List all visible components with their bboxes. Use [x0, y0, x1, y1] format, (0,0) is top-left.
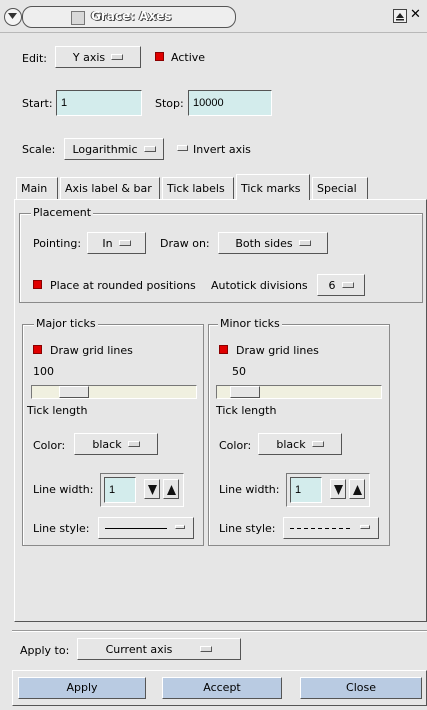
minor-tick-length-slider[interactable]: [216, 385, 382, 399]
slider-handle[interactable]: [59, 386, 89, 398]
pointing-value: In: [102, 236, 113, 250]
edit-axis-value: Y axis: [72, 50, 106, 64]
option-indicator-icon: [175, 525, 185, 529]
major-tick-length-slider[interactable]: [31, 385, 197, 399]
tab-label: Tick marks: [241, 182, 301, 195]
major-line-width-up-icon[interactable]: [163, 479, 179, 499]
major-line-style-select[interactable]: [98, 517, 194, 539]
scale-value: Logarithmic: [72, 142, 138, 156]
major-line-style-label: Line style:: [33, 522, 90, 535]
option-indicator-icon: [200, 646, 213, 652]
apply-to-select[interactable]: Current axis: [77, 638, 241, 660]
option-indicator-icon: [311, 441, 324, 447]
active-label: Active: [171, 51, 206, 64]
minor-tick-length-label: Tick length: [216, 404, 277, 417]
major-grid-label: Draw grid lines: [50, 344, 133, 357]
accept-button[interactable]: Accept: [162, 677, 282, 699]
close-button[interactable]: Close: [300, 677, 422, 699]
invert-axis-checkbox[interactable]: [177, 145, 188, 151]
apply-button[interactable]: Apply: [18, 677, 146, 699]
placement-title: Placement: [31, 206, 94, 219]
minor-grid-checkbox[interactable]: [219, 345, 228, 354]
rounded-positions-checkbox[interactable]: [33, 280, 42, 289]
option-indicator-icon: [360, 525, 370, 529]
scale-select[interactable]: Logarithmic: [64, 138, 164, 160]
minor-spacing-value: 50: [232, 365, 246, 378]
tab-special[interactable]: Special: [312, 177, 368, 199]
minor-line-width-up-icon[interactable]: [349, 479, 365, 499]
close-icon[interactable]: ✕: [410, 7, 421, 22]
tab-label: Tick labels: [167, 182, 225, 195]
apply-to-value: Current axis: [105, 642, 173, 656]
start-label: Start:: [22, 97, 53, 110]
apply-to-label: Apply to:: [20, 644, 70, 657]
option-indicator-icon: [298, 240, 311, 246]
minor-line-width-label: Line width:: [219, 483, 280, 496]
minor-ticks-title: Minor ticks: [218, 317, 282, 330]
major-color-label: Color:: [33, 439, 66, 452]
window-menu-icon[interactable]: [4, 8, 22, 26]
major-line-width-down-icon[interactable]: [144, 479, 160, 499]
window-title: Grace: Axes: [91, 9, 172, 23]
autotick-label: Autotick divisions: [211, 279, 308, 292]
minor-line-width-down-icon[interactable]: [330, 479, 346, 499]
option-indicator-icon: [143, 146, 156, 152]
minor-line-style-select[interactable]: [283, 517, 379, 539]
major-spacing-value: 100: [33, 365, 54, 378]
minor-color-value: black: [276, 437, 306, 451]
title-bar: Grace: Axes ✕: [0, 0, 427, 33]
draw-on-label: Draw on:: [160, 237, 210, 250]
slider-handle[interactable]: [230, 386, 260, 398]
title-pill: Grace: Axes: [22, 6, 236, 28]
minor-line-style-label: Line style:: [219, 522, 276, 535]
draw-on-select[interactable]: Both sides: [218, 232, 328, 254]
major-color-value: black: [92, 437, 122, 451]
maximize-icon[interactable]: [393, 9, 407, 23]
autotick-value: 6: [328, 278, 336, 292]
major-grid-checkbox[interactable]: [33, 345, 42, 354]
separator: [12, 630, 427, 632]
draw-on-value: Both sides: [235, 236, 293, 250]
tab-main[interactable]: Main: [16, 177, 58, 199]
minor-grid-label: Draw grid lines: [236, 344, 319, 357]
stop-label: Stop:: [155, 97, 184, 110]
major-line-width-input[interactable]: [104, 477, 136, 503]
minor-color-select[interactable]: black: [258, 433, 342, 455]
major-tick-length-label: Tick length: [27, 404, 88, 417]
line-style-preview: [290, 528, 352, 529]
pointing-label: Pointing:: [33, 237, 82, 250]
invert-axis-label: Invert axis: [193, 143, 251, 156]
app-icon: [71, 11, 85, 25]
option-indicator-icon: [118, 240, 131, 246]
major-ticks-title: Major ticks: [34, 317, 98, 330]
tab-label: Axis label & bar: [65, 182, 152, 195]
scale-label: Scale:: [22, 143, 56, 156]
rounded-positions-label: Place at rounded positions: [50, 279, 196, 292]
tab-label: Special: [317, 182, 357, 195]
major-color-select[interactable]: black: [74, 433, 158, 455]
minor-line-width-input[interactable]: [290, 477, 322, 503]
major-line-width-label: Line width:: [33, 483, 94, 496]
line-style-preview: [105, 528, 167, 529]
edit-axis-select[interactable]: Y axis: [55, 46, 141, 68]
tab-tick-marks[interactable]: Tick marks: [236, 174, 310, 200]
stop-input[interactable]: [188, 90, 272, 116]
edit-label: Edit:: [22, 52, 48, 65]
start-input[interactable]: [56, 90, 142, 116]
pointing-select[interactable]: In: [87, 232, 146, 254]
autotick-select[interactable]: 6: [317, 274, 365, 296]
option-indicator-icon: [341, 282, 354, 288]
option-indicator-icon: [127, 441, 140, 447]
active-checkbox[interactable]: [155, 52, 164, 61]
option-indicator-icon: [111, 54, 124, 60]
tab-label: Main: [21, 182, 48, 195]
tab-axis-label-bar[interactable]: Axis label & bar: [60, 177, 160, 199]
tab-tick-labels[interactable]: Tick labels: [162, 177, 234, 199]
minor-color-label: Color:: [219, 439, 252, 452]
